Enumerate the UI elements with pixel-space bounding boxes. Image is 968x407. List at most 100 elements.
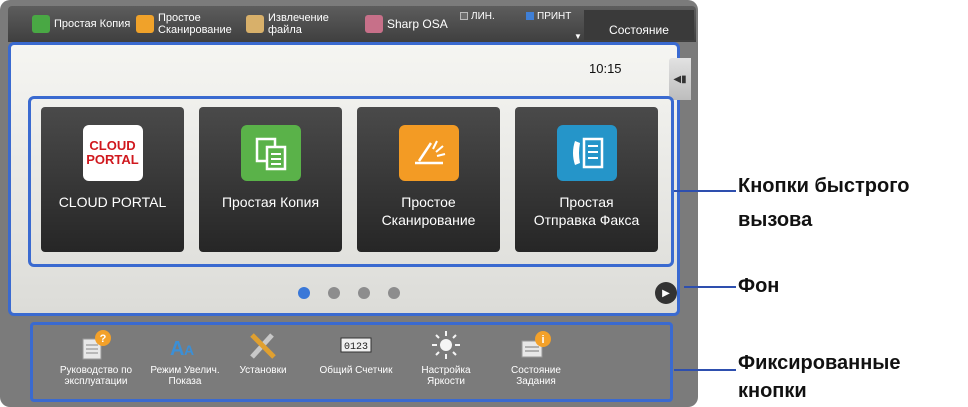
brightness-icon-glyph [432,331,460,359]
topbar-simple-copy-button[interactable]: Простая Копия [32,6,130,42]
dropdown-arrow-icon[interactable]: ▼ [574,32,582,41]
fixed-button-label: Установки [239,365,286,376]
fixed-button-label-line1: Настройка [421,365,471,376]
cloud-portal-icon-text2: PORTAL [86,152,139,167]
manual-help-icon-glyph: ? [82,330,111,360]
topbar-sharp-osa-label: Sharp OSA [387,17,448,31]
fixed-button-brightness[interactable]: Настройка Яркости [401,327,491,401]
topbar-file-retrieve-button[interactable]: Извлечение файла [246,6,329,42]
topbar-simple-copy-label: Простая Копия [54,18,131,30]
line-indicator-label: ЛИН. [471,10,495,22]
annotation-fixed-buttons-line1: Фиксированные [738,352,901,374]
scan-icon [136,15,154,33]
counter-digits: 0123 [344,342,368,353]
annotation-background: Фон [738,275,780,297]
counter-icon: 0123 [339,329,373,361]
topbar-simple-scan-label: Простое Сканирование [158,12,232,36]
fixed-button-label-line1: Общий Счетчик [319,365,393,376]
folder-icon [246,15,264,33]
copy-icon [240,125,301,181]
annotation-quick-buttons: Кнопки быстрого вызова [738,173,910,233]
status-button[interactable]: Состояние [584,10,694,40]
osa-icon [365,15,383,33]
fixed-button-settings[interactable]: Установки [218,327,308,401]
svg-text:A: A [170,338,184,360]
fixed-button-label: Состояние Задания [511,365,561,387]
fixed-button-manual[interactable]: ? Руководство по эксплуатации [51,327,141,401]
job-status-icon: i [519,329,553,361]
print-indicator: ПРИНТ [526,9,571,23]
fixed-button-label-line2: Показа [168,376,202,387]
job-status-icon-glyph: i [521,331,551,358]
fixed-button-label-line1: Установки [239,365,287,376]
svg-text:A: A [184,342,194,358]
svg-text:?: ? [100,333,107,345]
quick-button-label-line2: Отправка Факса [533,212,640,228]
fixed-button-label: Настройка Яркости [421,365,470,387]
scan-icon [398,125,459,181]
fax-icon-glyph [572,137,603,169]
quick-button-label: CLOUD PORTAL [58,194,167,210]
quick-button-label-line1: Простое [401,194,456,210]
fixed-button-total-count[interactable]: 0123 Общий Счетчик [311,327,401,401]
page-dot[interactable] [358,287,370,299]
topbar-file-retrieve-label-line1: Извлечение [268,12,329,24]
fixed-button-magnify-mode[interactable]: A A Режим Увелич. Показа [140,327,230,401]
topbar-simple-scan-button[interactable]: Простое Сканирование [136,6,232,42]
fixed-button-label-line2: Яркости [426,376,465,387]
control-panel: Простая Копия Простое Сканирование Извле… [0,0,698,407]
fax-icon [556,125,617,181]
print-indicator-label: ПРИНТ [537,10,572,22]
line-indicator: ЛИН. [460,9,495,23]
copy-icon [32,15,50,33]
quick-button-cloud-portal[interactable]: CLOUD PORTAL CLOUD PORTAL [41,107,184,252]
fixed-button-label-line1: Режим Увелич. [150,365,220,376]
manual-help-icon: ? [79,329,113,361]
quick-button-label: Простое Сканирование [382,193,476,229]
magnify-text-icon: A A [168,329,202,361]
fixed-buttons-group: ? Руководство по эксплуатации A A Режим … [30,322,673,402]
tools-icon-glyph [250,333,276,359]
tools-icon [246,329,280,361]
topbar-simple-scan-label-line1: Простое [158,12,201,24]
page-dot[interactable] [388,287,400,299]
page-dot-active[interactable] [298,287,310,299]
page-dot[interactable] [328,287,340,299]
cloud-portal-icon-text1: CLOUD [89,138,136,153]
fixed-button-job-status[interactable]: i Состояние Задания [491,327,581,401]
magnify-text-icon-glyph: A A [170,338,194,360]
status-button-label: Состояние [609,23,669,37]
quick-button-label-line1: Простая [559,194,614,210]
collapse-arrow-icon: ◀▮ [673,73,687,85]
manual-figure: Простая Копия Простое Сканирование Извле… [0,0,968,407]
quick-button-label-line2: Сканирование [381,212,476,228]
fixed-button-label: Руководство по эксплуатации [60,365,132,387]
quick-buttons-group: CLOUD PORTAL CLOUD PORTAL Простая Копия [28,96,674,267]
annotation-fixed-buttons-line2: кнопки [738,380,807,402]
topbar-file-retrieve-label-line2: файла [268,24,302,36]
topbar-file-retrieve-label: Извлечение файла [268,12,329,36]
annotation-quick-buttons-line1: Кнопки быстрого [738,175,910,197]
topbar-simple-scan-label-line2: Сканирование [158,24,232,36]
quick-button-label: Простая Отправка Факса [534,193,640,229]
svg-text:i: i [541,334,544,346]
next-page-button[interactable]: ▶ [655,282,677,304]
quick-button-simple-copy[interactable]: Простая Копия [199,107,342,252]
topbar-sharp-osa-button[interactable]: Sharp OSA [365,6,448,42]
cloud-portal-icon: CLOUD PORTAL [82,125,143,181]
copy-icon-glyph [255,137,286,171]
fixed-button-label-line1: Состояние [511,365,561,376]
annotation-fixed-buttons: Фиксированные кнопки [738,350,900,404]
clock: 10:15 [589,61,622,76]
top-bar: Простая Копия Простое Сканирование Извле… [8,6,696,42]
quick-button-simple-scan[interactable]: Простое Сканирование [357,107,500,252]
annotation-quick-buttons-line2: вызова [738,209,813,231]
side-panel-toggle[interactable]: ◀▮ [669,58,691,100]
counter-icon-glyph: 0123 [340,337,372,353]
play-arrow-icon: ▶ [662,287,670,299]
line-indicator-square-icon [460,12,468,20]
quick-button-simple-fax[interactable]: Простая Отправка Факса [515,107,658,252]
scan-icon-glyph [414,140,445,165]
fixed-button-label-line2: Задания [516,376,556,387]
print-indicator-square-icon [526,12,534,20]
